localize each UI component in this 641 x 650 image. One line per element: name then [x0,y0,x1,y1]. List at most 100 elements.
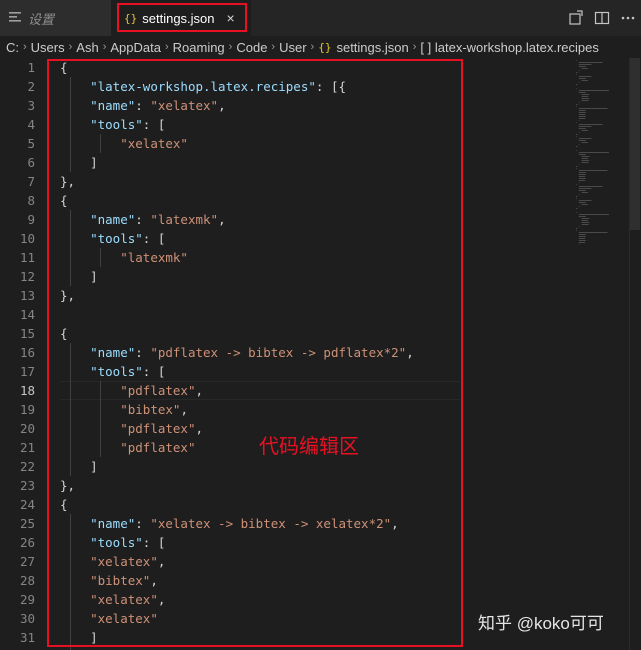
minimap-line [578,132,580,133]
minimap-line [578,238,586,239]
minimap-line [576,212,577,213]
breadcrumb-item-user[interactable]: User [279,40,306,55]
minimap-line [578,112,586,113]
breadcrumb-item-users[interactable]: Users [31,40,65,55]
minimap-line [578,172,586,173]
line-number: 1 [27,60,35,75]
watermark: 知乎 @koko可可 [478,614,604,633]
minimap-line [578,236,586,237]
line-number: 5 [27,136,35,151]
minimap-line [578,114,586,115]
minimap-line [578,64,592,65]
minimap-line [578,244,580,245]
minimap-line [581,160,590,161]
minimap-line [576,168,577,169]
minimap-line [576,88,577,89]
minimap-line [578,110,586,111]
minimap-line [576,104,578,105]
more-actions-icon[interactable] [615,0,641,36]
minimap-line [578,62,603,63]
line-number: 30 [19,611,35,626]
line-number: 9 [27,212,35,227]
breadcrumb-item-appdata[interactable]: AppData [110,40,161,55]
breadcrumb-item-symbol[interactable]: [ ] latex-workshop.latex.recipes [420,40,598,55]
line-number: 2 [27,79,35,94]
minimap-line [578,78,586,79]
minimap-line [578,232,608,233]
line-number: 17 [19,364,35,379]
minimap-line [581,130,588,131]
minimap-line [576,166,578,167]
minimap-line [581,204,588,205]
code-area-highlight-box [47,59,463,647]
tab-settings[interactable]: 设置 [0,0,111,36]
json-braces-icon: {} [318,40,332,54]
minimap-line [578,226,580,227]
breadcrumb-item-roaming[interactable]: Roaming [173,40,225,55]
breadcrumb-item-code[interactable]: Code [236,40,267,55]
minimap-line [578,202,586,203]
breadcrumb-separator: › [310,41,315,53]
breadcrumb-item-ash[interactable]: Ash [76,40,98,55]
minimap-line [581,218,590,219]
tab-settings-label: 设置 [28,11,55,27]
open-settings-ui-icon[interactable] [563,0,589,36]
breadcrumb-separator: › [102,41,107,53]
minimap-line [578,76,592,77]
minimap-line [578,144,580,145]
line-number: 18 [19,383,35,398]
minimap-line [578,164,580,165]
minimap-line [578,190,586,191]
minimap-line [576,230,577,231]
line-number: 28 [19,573,35,588]
line-number: 25 [19,516,35,531]
minimap-line [581,224,589,225]
minimap-line [576,208,578,209]
minimap-line [578,120,580,121]
breadcrumb-item-drive[interactable]: C: [6,40,19,55]
line-number: 20 [19,421,35,436]
split-editor-icon[interactable] [589,0,615,36]
minimap-line [578,188,592,189]
minimap-line [576,196,578,197]
minimap-line [581,98,590,99]
line-number: 19 [19,402,35,417]
minimap-line [576,136,577,137]
minimap-line [578,108,608,109]
minimap-line [578,194,580,195]
minimap-line [578,140,586,141]
minimap-line [578,234,586,235]
minimap-line [581,192,588,193]
minimap-line [578,178,586,179]
minimap-line [578,126,592,127]
minimap-line [578,70,580,71]
line-number: 13 [19,288,35,303]
minimap-line [576,150,577,151]
minimap-line [578,90,609,91]
minimap-line [578,124,603,125]
minimap-line [581,220,588,221]
breadcrumb-separator: › [412,41,417,53]
minimap-line [581,222,590,223]
line-number: 24 [19,497,35,512]
code-area-label: 代码编辑区 [259,436,359,458]
line-number: 29 [19,592,35,607]
scrollbar-thumb[interactable] [630,58,640,230]
minimap-line [578,102,580,103]
minimap-line [578,152,609,153]
minimap-line [581,156,590,157]
minimap-line [581,96,588,97]
breadcrumb-separator: › [271,41,276,53]
breadcrumb-item-file[interactable]: settings.json [336,40,408,55]
editor-actions [563,0,641,36]
minimap-line [578,128,586,129]
line-number: 3 [27,98,35,113]
line-number: 7 [27,174,35,189]
line-number-gutter: 1 2 3 4 5 6 7 8 9 10 11 12 13 14 15 16 17 18 19 20 21 22 23 24 2… [0,58,44,647]
line-number: 11 [19,250,35,265]
minimap-line [578,214,609,215]
minimap-line [578,118,586,119]
line-number: 16 [19,345,35,360]
minimap[interactable] [574,58,629,258]
line-number: 26 [19,535,35,550]
